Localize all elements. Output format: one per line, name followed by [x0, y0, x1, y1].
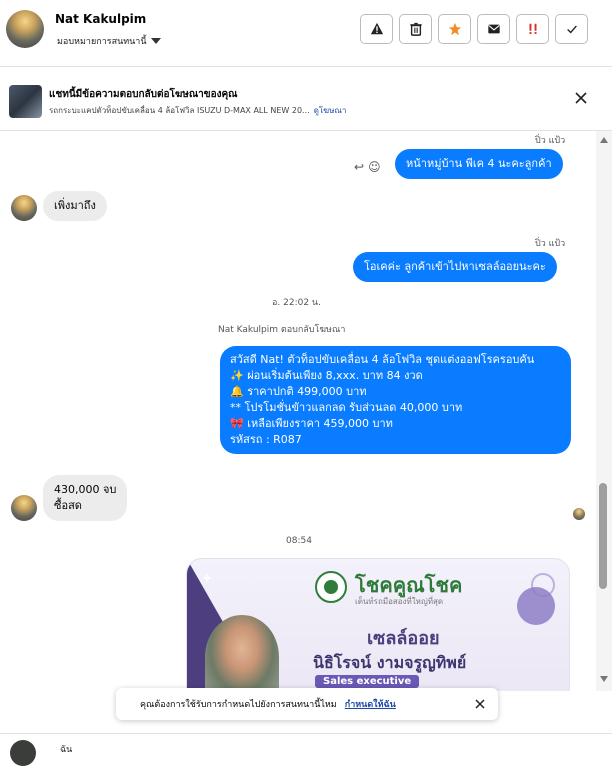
outgoing-message[interactable]: หน้าหมู่บ้าน พีเค 4 นะคะลูกค้า [395, 149, 563, 179]
mark-unread-button[interactable] [477, 14, 510, 44]
card-role: เซลล์ออย [367, 628, 440, 649]
check-icon [566, 25, 577, 34]
ad-description: รถกระบะแคปตัวท็อปขับเคลื่อน 4 ล้อโฟวิล I… [49, 106, 310, 115]
card-person-name: นิธิโรจน์ งามจรูญทิพย์ [313, 653, 467, 672]
message-sender-label: ปิ่ว แป้ว [535, 136, 566, 146]
star-icon [448, 22, 461, 36]
contact-avatar-small [11, 495, 37, 521]
message-line: 🎀 เหลือเพียงราคา 459,000 บาท [230, 416, 393, 430]
mail-icon [487, 24, 500, 34]
message-line: 430,000 จบ [54, 483, 117, 496]
close-icon[interactable] [474, 698, 486, 710]
caret-down-icon [150, 38, 161, 44]
card-decoration [517, 587, 555, 625]
timestamp: อ. 22:02 น. [272, 298, 321, 308]
message-line: ซื้อสด [54, 498, 82, 512]
emoji-icon[interactable]: ☺ [368, 160, 381, 174]
incoming-message[interactable]: เพิ่งมาถึง [43, 191, 107, 221]
thread-scrollbar[interactable] [596, 131, 612, 691]
contact-avatar-small [11, 195, 37, 221]
composer-label: ฉัน [60, 745, 73, 755]
mark-done-button[interactable] [555, 14, 588, 44]
message-sender-label: ปิ่ว แป้ว [535, 239, 566, 249]
close-icon[interactable] [574, 91, 588, 105]
message-composer[interactable]: ฉัน [0, 733, 612, 766]
mark-important-button[interactable] [516, 14, 549, 44]
ad-context-subtitle: รถกระบะแคปตัวท็อปขับเคลื่อน 4 ล้อโฟวิล I… [49, 104, 346, 117]
toast-text: คุณต้องการใช้รับการกำหนดไปยังการสนทนานี้… [140, 700, 337, 710]
assign-prompt-toast: คุณต้องการใช้รับการกำหนดไปยังการสนทนานี้… [116, 688, 498, 720]
header-actions [360, 14, 588, 44]
outgoing-message[interactable]: โอเคค่ะ ลูกค้าเข้าไปหาเซลล์ออยนะคะ [353, 252, 557, 282]
scroll-up-icon[interactable] [600, 137, 608, 143]
contact-name[interactable]: Nat Kakulpim [55, 12, 146, 26]
ad-context-title: แชทนี้มีข้อความตอบกลับต่อโฆษณาของคุณ [49, 89, 238, 100]
trash-icon [409, 22, 422, 36]
incoming-message[interactable]: 430,000 จบ ซื้อสด [43, 475, 128, 521]
view-ad-link[interactable]: ดูโฆษณา [314, 106, 347, 115]
conversation-header: Nat Kakulpim มอบหมายการสนทนานี้ [0, 0, 612, 66]
salesperson-photo [205, 615, 279, 691]
card-tagline: เต็นท์รถมือสองที่ใหญ่ที่สุด [355, 597, 444, 606]
message-line: ✨ ผ่อนเริ่มต้นเพียง 8,xxx. บาท 84 งวด [230, 368, 423, 382]
dealer-logo [315, 571, 347, 603]
header-divider [0, 66, 612, 67]
important-icon [529, 23, 536, 34]
mark-spam-button[interactable] [360, 14, 393, 44]
message-line: ** โปรโมชั่นขัาวแลกลด รับส่วนลด 40,000 บ… [230, 400, 463, 414]
reply-icon[interactable]: ↩ [354, 160, 364, 174]
timestamp: 08:54 [286, 536, 312, 546]
image-attachment[interactable]: ✦ โชคคูณโชค เต็นท์รถมือสองที่ใหญ่ที่สุด … [186, 558, 570, 691]
message-line: สวัสดี Nat! ตัวท็อปขับเคลื่อน 4 ล้อโฟวิล… [230, 353, 535, 366]
composer-avatar [10, 740, 36, 766]
message-line: 🔔 ราคาปกติ 499,000 บาท [230, 384, 367, 398]
assign-conversation-dropdown[interactable]: มอบหมายการสนทนานี้ [57, 34, 161, 48]
card-badge: Sales executive [315, 675, 420, 688]
message-actions: ↩ ☺ [354, 160, 381, 174]
delete-button[interactable] [399, 14, 432, 44]
read-receipt-avatar [573, 508, 585, 520]
assign-to-me-link[interactable]: กำหนดให้ฉัน [345, 697, 396, 711]
assign-label: มอบหมายการสนทนานี้ [57, 37, 147, 47]
ad-context-bar: แชทนี้มีข้อความตอบกลับต่อโฆษณาของคุณ รถก… [0, 78, 612, 130]
scroll-down-icon[interactable] [600, 676, 608, 682]
message-line: รหัสรถ : R087 [230, 432, 302, 446]
message-thread[interactable]: ปิ่ว แป้ว ↩ ☺ หน้าหมู่บ้าน พีเค 4 นะคะลู… [0, 131, 596, 691]
sparkle-icon: ✦ [201, 571, 213, 587]
star-button[interactable] [438, 14, 471, 44]
ad-thumbnail[interactable] [9, 85, 42, 118]
ad-reply-note: Nat Kakulpim ตอบกลับโฆษณา [218, 325, 346, 335]
scroll-thumb[interactable] [599, 483, 607, 589]
contact-avatar[interactable] [6, 10, 44, 48]
warning-icon [370, 22, 383, 35]
outgoing-message[interactable]: สวัสดี Nat! ตัวท็อปขับเคลื่อน 4 ล้อโฟวิล… [220, 346, 571, 454]
